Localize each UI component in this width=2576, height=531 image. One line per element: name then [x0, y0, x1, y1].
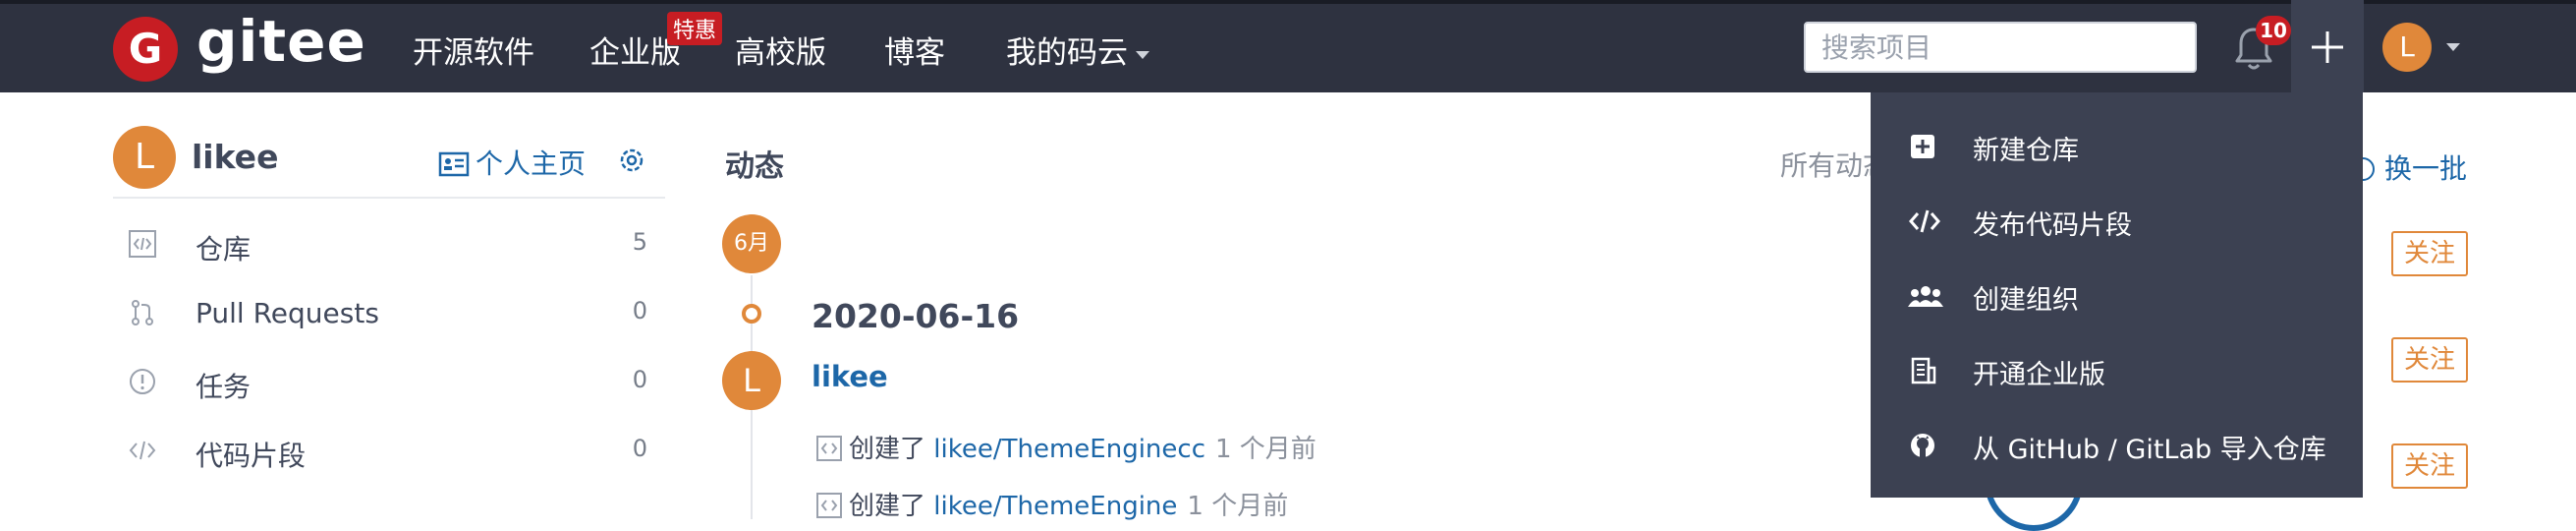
activity-repo-link[interactable]: likee/ThemeEnginecc — [933, 435, 1205, 464]
repository-icon — [129, 230, 156, 258]
repository-icon — [816, 493, 842, 518]
nav-item-my-gitee[interactable]: 我的码云 — [1006, 28, 1149, 72]
activity-verb: 创建了 — [849, 435, 926, 464]
feed-activity-item: 创建了 likee/ThemeEngine 1 个月前 — [815, 486, 1288, 522]
avatar[interactable]: L — [722, 351, 781, 410]
menu-item-label: 开通企业版 — [1973, 360, 2105, 390]
menu-item-publish-snippet[interactable]: 发布代码片段 — [1871, 187, 2363, 256]
plus-icon — [2312, 31, 2343, 63]
menu-item-label: 创建组织 — [1973, 285, 2079, 316]
issue-icon — [130, 369, 155, 394]
code-icon — [1909, 209, 1940, 233]
sidebar-item-repositories[interactable]: 仓库 5 — [113, 218, 665, 277]
username[interactable]: likee — [192, 138, 278, 176]
menu-item-new-repository[interactable]: 新建仓库 — [1871, 112, 2363, 181]
github-icon — [1911, 434, 1934, 457]
follow-button[interactable]: 关注 — [2391, 443, 2468, 489]
swap-batch-button[interactable]: 换一批 — [2351, 148, 2467, 187]
my-gitee-label: 我的码云 — [1006, 35, 1128, 71]
sidebar-item-count: 0 — [632, 366, 647, 393]
gear-icon[interactable] — [617, 146, 646, 175]
nav-item-open-source[interactable]: 开源软件 — [413, 28, 534, 72]
search-input[interactable] — [1804, 22, 2197, 73]
activity-time: 1 个月前 — [1187, 492, 1289, 521]
activity-verb: 创建了 — [849, 492, 926, 521]
sidebar-item-snippets[interactable]: 代码片段 0 — [113, 425, 665, 484]
timeline-dot — [742, 304, 761, 324]
avatar[interactable]: L — [113, 126, 176, 189]
create-dropdown-menu: 新建仓库 发布代码片段 创建组织 开通企业版 从 GitHub / GitLab… — [1871, 92, 2363, 498]
sidebar-item-count: 0 — [632, 435, 647, 462]
sidebar-item-label: Pull Requests — [196, 297, 379, 329]
menu-item-label: 从 GitHub / GitLab 导入仓库 — [1973, 435, 2326, 465]
menu-item-import-repository[interactable]: 从 GitHub / GitLab 导入仓库 — [1871, 411, 2363, 480]
follow-button[interactable]: 关注 — [2391, 337, 2468, 383]
swap-label: 换一批 — [2384, 152, 2468, 185]
sidebar-divider — [113, 197, 665, 199]
menu-item-create-organization[interactable]: 创建组织 — [1871, 262, 2363, 330]
feed-date: 2020-06-16 — [812, 297, 1020, 335]
sidebar-item-pull-requests[interactable]: Pull Requests 0 — [113, 287, 665, 346]
personal-homepage-link[interactable]: 个人主页 — [438, 143, 586, 182]
top-navbar: G gitee 开源软件 企业版 特惠 高校版 博客 我的码云 10 L — [0, 0, 2576, 92]
nav-item-campus[interactable]: 高校版 — [735, 28, 826, 72]
chevron-down-icon[interactable] — [2446, 43, 2460, 51]
users-icon — [1908, 286, 1943, 307]
navbar-top-border — [0, 0, 2576, 4]
gitee-logo-icon[interactable]: G — [113, 17, 178, 82]
profile-card-icon — [438, 151, 470, 177]
logo-text[interactable]: gitee — [196, 8, 366, 75]
month-marker: 6月 — [722, 214, 781, 273]
sidebar-item-count: 5 — [632, 228, 647, 256]
feed-activity-item: 创建了 likee/ThemeEnginecc 1 个月前 — [815, 429, 1316, 465]
user-avatar-menu[interactable]: L — [2382, 23, 2432, 72]
building-icon — [1911, 357, 1936, 384]
hot-deal-badge: 特惠 — [667, 12, 723, 45]
notification-count-badge: 10 — [2256, 16, 2291, 45]
chevron-down-icon — [1136, 50, 1149, 59]
sidebar-item-label: 任务 — [196, 371, 252, 403]
activity-time: 1 个月前 — [1215, 435, 1316, 464]
plus-square-icon — [1911, 135, 1934, 158]
feed-title: 动态 — [725, 149, 784, 184]
follow-button[interactable]: 关注 — [2391, 231, 2468, 276]
sidebar-item-count: 0 — [632, 297, 647, 324]
pull-request-icon — [132, 300, 153, 325]
sidebar-item-label: 仓库 — [196, 233, 252, 266]
sidebar-item-issues[interactable]: 任务 0 — [113, 356, 665, 415]
feed-username-link[interactable]: likee — [812, 360, 888, 393]
repository-icon — [816, 436, 842, 461]
activity-repo-link[interactable]: likee/ThemeEngine — [933, 492, 1177, 521]
nav-item-blog[interactable]: 博客 — [884, 28, 945, 72]
menu-item-label: 新建仓库 — [1973, 136, 2079, 166]
homepage-label: 个人主页 — [476, 148, 587, 180]
logo-letter: G — [128, 25, 163, 73]
code-icon — [129, 441, 156, 460]
sidebar-item-label: 代码片段 — [196, 440, 307, 472]
menu-item-label: 发布代码片段 — [1973, 210, 2132, 241]
create-new-button[interactable] — [2291, 0, 2364, 92]
menu-item-enterprise[interactable]: 开通企业版 — [1871, 336, 2363, 405]
